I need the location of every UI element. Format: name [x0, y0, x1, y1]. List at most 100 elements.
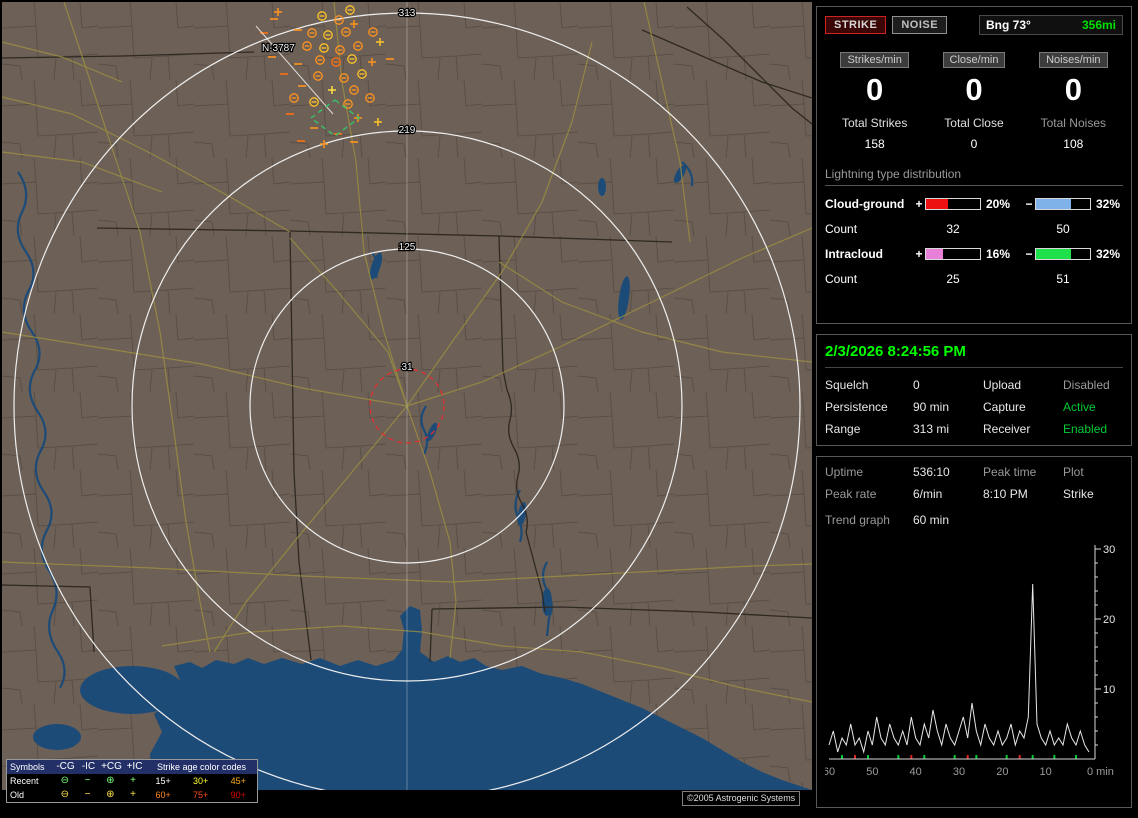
receiver-label: Receiver [983, 422, 1031, 436]
side-panel: STRIKE NOISE Bng 73° 356mi Strikes/min 0… [816, 6, 1132, 818]
plot-value: Strike [1063, 487, 1094, 501]
svg-text:10: 10 [1040, 766, 1052, 778]
bearing-display[interactable]: Bng 73° 356mi [979, 15, 1123, 35]
uptime-label: Uptime [825, 465, 864, 479]
svg-text:40: 40 [910, 766, 922, 778]
legend-symbol: + [130, 775, 136, 786]
ring-label: 125 [399, 242, 416, 253]
svg-text:20: 20 [996, 766, 1008, 778]
cg-positive-bar-fill [926, 199, 948, 209]
squelch-value: 0 [913, 378, 920, 392]
lake [33, 724, 81, 750]
upload-status: Disabled [1063, 378, 1110, 392]
legend-symbol: + [130, 789, 136, 800]
cg-positive-pct: 20% [986, 197, 1011, 211]
map-area[interactable]: 313 219 125 31 N-3787 Symbols -CG -IC +C… [2, 2, 812, 810]
ic-negative-bar-fill [1036, 249, 1071, 259]
ic-positive-bar-fill [926, 249, 944, 259]
legend-symbol: ⊕ [106, 789, 115, 800]
lightning-distribution: Lightning type distribution Cloud-ground… [825, 167, 1123, 286]
minus-sign: − [1025, 247, 1033, 261]
range-value: 313 mi [913, 422, 950, 436]
total-close-value: 0 [970, 137, 978, 151]
status-box: 2/3/2026 8:24:56 PM Squelch 0 Upload Dis… [816, 334, 1132, 446]
intracloud-count-row: Count 25 51 [825, 272, 1123, 286]
ring-label: 313 [399, 8, 416, 19]
plus-sign: + [915, 247, 923, 261]
rates-section: Strikes/min 0 Total Strikes 158 Close/mi… [825, 50, 1123, 151]
legend-age-code: 15+ [155, 776, 171, 786]
total-strikes-value: 158 [864, 137, 885, 151]
ic-positive-count: 25 [946, 272, 960, 286]
legend-col-neg-ic: -IC [81, 761, 96, 772]
svg-text:30: 30 [1103, 544, 1115, 556]
cloud-ground-label: Cloud-ground [825, 197, 905, 211]
strikes-per-min-button[interactable]: Strikes/min [840, 52, 909, 68]
legend-symbol: ⊖ [60, 789, 70, 800]
ring-label: 219 [399, 125, 416, 136]
strikes-rate-column: Strikes/min 0 Total Strikes 158 [825, 50, 924, 151]
lake [80, 666, 184, 714]
close-rate-column: Close/min 0 Total Close 0 [924, 50, 1023, 151]
legend-old-row: Old ⊖ − ⊕ + 60+ 75+ 90+ [7, 788, 257, 802]
legend-col-neg-cg: -CG [56, 761, 75, 772]
legend-symbol: − [84, 789, 91, 800]
ic-positive-bar [925, 248, 981, 260]
legend-box: Symbols -CG -IC +CG +IC Strike age color… [6, 759, 258, 803]
intracloud-row: Intracloud + 16% − 32% [825, 247, 1123, 261]
noises-rate-column: Noises/min 0 Total Noises 108 [1024, 50, 1123, 151]
distribution-title: Lightning type distribution [825, 167, 1123, 186]
close-per-min-button[interactable]: Close/min [942, 52, 1006, 68]
noises-per-min-button[interactable]: Noises/min [1039, 52, 1108, 68]
trend-graph-window: 60 min [913, 513, 950, 527]
legend-old-label: Old [10, 790, 25, 800]
legend-col-pos-cg: +CG [101, 761, 122, 772]
uptime-value: 536:10 [913, 465, 950, 479]
persistence-label: Persistence [825, 400, 888, 414]
ic-negative-bar [1035, 248, 1091, 260]
cg-negative-bar [1035, 198, 1091, 210]
cloud-ground-row: Cloud-ground + 20% − 32% [825, 197, 1123, 211]
capture-label: Capture [983, 400, 1026, 414]
legend-symbol: − [84, 775, 91, 786]
legend-symbols-header: Symbols [10, 762, 45, 772]
range-label: Range [825, 422, 861, 436]
uptime-grid: Uptime 536:10 Peak time Plot Peak rate 6… [825, 465, 1123, 501]
strike-button[interactable]: STRIKE [825, 16, 887, 34]
total-noises-value: 108 [1063, 137, 1084, 151]
datetime-display: 2/3/2026 8:24:56 PM [825, 343, 1123, 368]
legend-recent-label: Recent [10, 776, 39, 786]
legend-recent-row: Recent ⊖ − ⊕ + 15+ 30+ 45+ [7, 774, 257, 788]
legend-symbol: ⊖ [60, 775, 70, 786]
strike-stats-box: STRIKE NOISE Bng 73° 356mi Strikes/min 0… [816, 6, 1132, 324]
svg-text:20: 20 [1103, 614, 1115, 626]
plus-sign: + [915, 197, 923, 211]
peak-rate-label: Peak rate [825, 487, 877, 501]
capture-status: Active [1063, 400, 1096, 414]
count-label: Count [825, 272, 858, 286]
close-per-min-value: 0 [965, 72, 983, 107]
trend-graph: 10 20 30 60 50 40 30 20 10 0 min [823, 544, 1115, 778]
peak-rate-value: 6/min [913, 487, 943, 501]
total-noises-label: Total Noises [1040, 116, 1106, 130]
cg-negative-pct: 32% [1096, 197, 1121, 211]
receiver-status: Enabled [1063, 422, 1108, 436]
ic-positive-pct: 16% [986, 247, 1011, 261]
cloud-ground-count-row: Count 32 50 [825, 222, 1123, 236]
legend-age-code: 60+ [155, 790, 171, 800]
copyright: ©2005 Astrogenic Systems [682, 791, 801, 806]
cg-negative-bar-fill [1036, 199, 1071, 209]
peak-time-label: Peak time [983, 465, 1037, 479]
noise-button[interactable]: NOISE [892, 16, 948, 34]
map-svg[interactable]: 313 219 125 31 N-3787 [2, 2, 812, 790]
bearing-label: Bng 73° [986, 18, 1031, 32]
svg-text:0 min: 0 min [1087, 766, 1114, 778]
total-close-label: Total Close [944, 116, 1004, 130]
trend-axis: 10 20 30 60 50 40 30 20 10 0 min [823, 544, 1115, 778]
legend-symbol: ⊕ [106, 775, 115, 786]
svg-text:10: 10 [1103, 684, 1115, 696]
legend-col-pos-ic: +IC [126, 761, 143, 772]
svg-text:60: 60 [825, 766, 835, 778]
strikes-per-min-value: 0 [866, 72, 884, 107]
legend-age-code: 75+ [193, 790, 209, 800]
